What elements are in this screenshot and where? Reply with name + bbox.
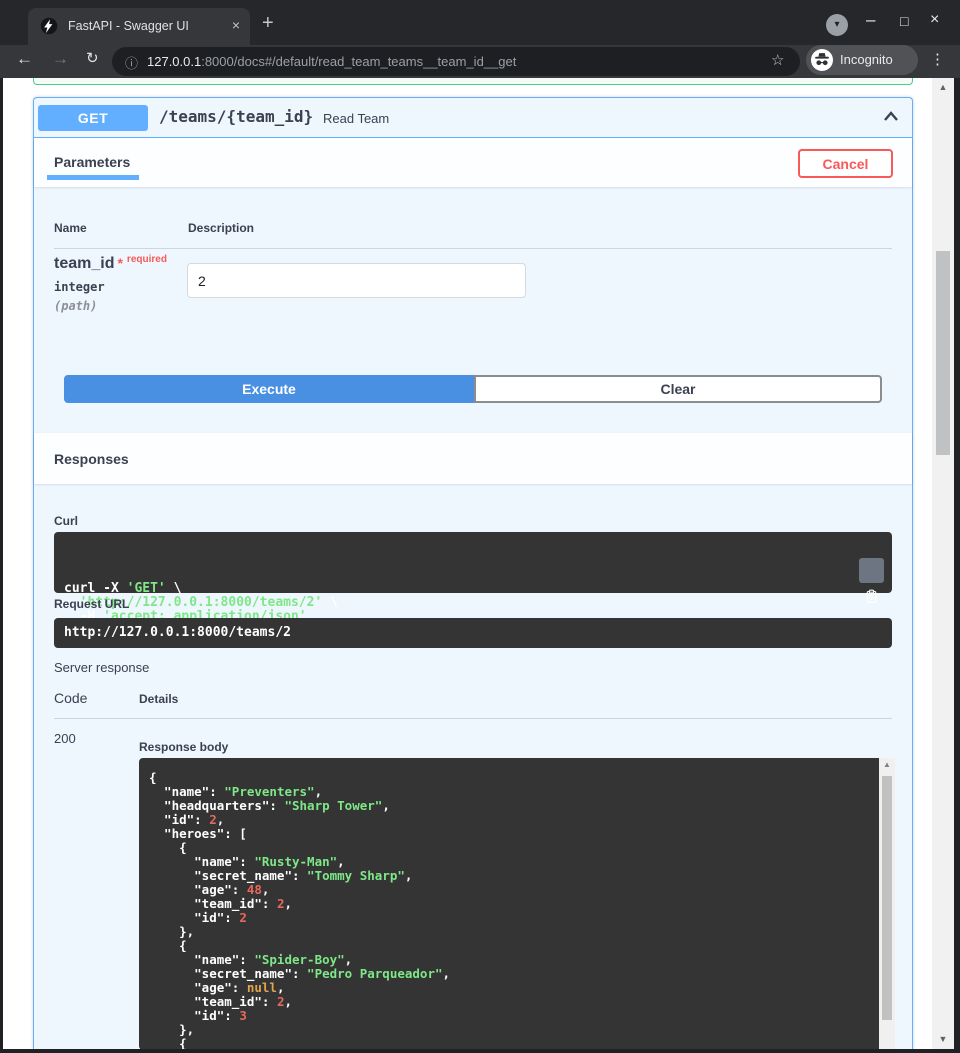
collapse-chevron-icon[interactable]: [880, 107, 902, 129]
responses-section-header: Responses: [34, 433, 912, 484]
table-divider: [54, 248, 892, 249]
browser-tab[interactable]: FastAPI - Swagger UI ×: [28, 8, 250, 45]
team-id-input[interactable]: [187, 263, 526, 298]
url-host: 127.0.0.1: [147, 54, 201, 69]
request-url-label: Request URL: [54, 597, 129, 611]
response-scrollbar-thumb[interactable]: [882, 776, 892, 1020]
page-content: GET /teams/{team_id} Read Team Parameter…: [3, 78, 932, 1049]
incognito-label: Incognito: [840, 52, 893, 67]
page-scroll-up-icon[interactable]: ▲: [932, 82, 954, 92]
page-scroll-down-icon[interactable]: ▼: [932, 1034, 954, 1044]
minimize-icon[interactable]: –: [866, 10, 875, 30]
param-name: team_id*required: [54, 254, 167, 273]
endpoint-summary: Read Team: [323, 111, 389, 126]
response-body-scrollbar[interactable]: ▲: [879, 758, 895, 1049]
copy-to-clipboard-icon[interactable]: [859, 558, 884, 583]
tab-parameters[interactable]: Parameters: [54, 154, 130, 170]
response-body-label: Response body: [139, 740, 228, 754]
cancel-button[interactable]: Cancel: [798, 149, 893, 178]
new-tab-button[interactable]: +: [262, 12, 274, 35]
required-star: *: [117, 255, 122, 271]
responses-title: Responses: [54, 451, 129, 467]
page-scrollbar-thumb[interactable]: [936, 251, 950, 455]
back-icon[interactable]: ←: [16, 49, 33, 69]
tab-title: FastAPI - Swagger UI: [68, 19, 189, 33]
browser-menu-icon[interactable]: ⋮: [930, 50, 945, 68]
browser-toolbar: ← → ↻ ⓘ 127.0.0.1:8000/docs#/default/rea…: [0, 45, 960, 78]
close-icon[interactable]: ×: [930, 11, 939, 29]
maximize-icon[interactable]: □: [900, 13, 908, 29]
reload-icon[interactable]: ↻: [86, 49, 99, 67]
browser-titlebar: FastAPI - Swagger UI × + ▾ – □ ×: [0, 0, 960, 45]
curl-command-block: curl -X 'GET' \ 'http://127.0.0.1:8000/t…: [54, 532, 892, 593]
responses-divider: [54, 718, 892, 719]
url-text[interactable]: 127.0.0.1:8000/docs#/default/read_team_t…: [147, 54, 516, 69]
param-location: (path): [54, 299, 97, 313]
page-scrollbar[interactable]: ▲ ▼: [932, 78, 954, 1049]
scroll-up-icon[interactable]: ▲: [879, 760, 895, 769]
bookmark-star-icon[interactable]: ☆: [771, 51, 784, 69]
endpoint-path: /teams/{team_id}: [159, 107, 313, 126]
tab-close-icon[interactable]: ×: [232, 17, 240, 33]
server-response-label: Server response: [54, 660, 149, 675]
endpoint-summary-row[interactable]: GET /teams/{team_id} Read Team: [34, 98, 912, 138]
incognito-icon: [811, 49, 833, 71]
param-type: integer: [54, 280, 105, 294]
active-tab-underline: [47, 175, 139, 180]
status-code: 200: [54, 731, 76, 746]
site-info-icon[interactable]: ⓘ: [125, 53, 138, 72]
curl-label: Curl: [54, 514, 78, 528]
code-column-header: Code: [54, 690, 87, 706]
column-header-name: Name: [54, 221, 87, 235]
details-column-header: Details: [139, 692, 178, 706]
get-endpoint-block: GET /teams/{team_id} Read Team Parameter…: [33, 97, 913, 1049]
execute-button[interactable]: Execute: [64, 375, 474, 403]
method-badge[interactable]: GET: [38, 105, 148, 131]
response-body-json: { "name": "Preventers", "headquarters": …: [139, 758, 879, 1049]
column-header-description: Description: [188, 221, 254, 235]
clear-button[interactable]: Clear: [474, 375, 882, 403]
fastapi-favicon-icon: [40, 17, 58, 35]
required-label: required: [127, 254, 167, 265]
parameters-section-header: Parameters Cancel: [34, 138, 912, 187]
incognito-badge: Incognito: [806, 45, 918, 75]
url-path: :8000/docs#/default/read_team_teams__tea…: [201, 54, 516, 69]
previous-endpoint-block-edge: [33, 78, 913, 85]
request-url-block: http://127.0.0.1:8000/teams/2: [54, 618, 892, 648]
response-body-container: { "name": "Preventers", "headquarters": …: [139, 758, 895, 1049]
window-menu-button[interactable]: ▾: [826, 14, 848, 36]
forward-icon[interactable]: →: [52, 49, 69, 69]
address-bar[interactable]: ⓘ 127.0.0.1:8000/docs#/default/read_team…: [112, 47, 800, 76]
